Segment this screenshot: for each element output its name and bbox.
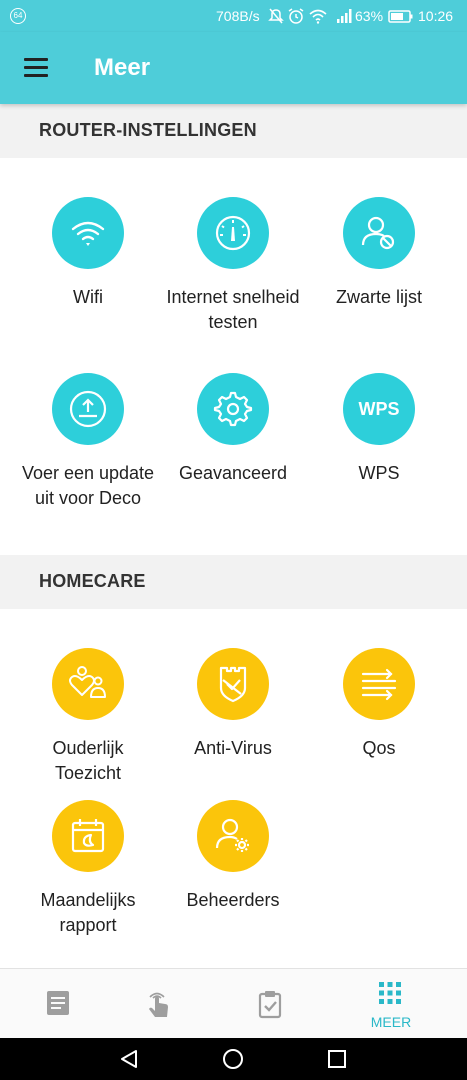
tile-label: Zwarte lijst [335,287,422,307]
wps-icon-text: WPS [358,398,400,419]
parental-control-icon [52,648,124,720]
wifi-icon [52,197,124,269]
wifi-status-icon [309,9,327,24]
tile-label: Geavanceerd [178,463,288,483]
nav-overview[interactable] [0,969,116,1039]
tile-label: WPS [358,463,400,483]
tile-label: Voer een update uit voor Deco [21,463,155,508]
touch-icon [149,992,168,1017]
section-title: HOMECARE [39,571,146,591]
nav-label: MEER [370,1014,412,1030]
blocked-user-icon [343,197,415,269]
tile-label: Maandelijks rapport [40,890,136,935]
network-speed: 708B/s [216,8,260,24]
firmware-upload-icon [52,373,124,445]
calendar-report-icon [52,800,124,872]
hamburger-menu-icon[interactable] [22,55,50,81]
alarm-icon [288,8,304,24]
clipboard-check-icon [258,991,282,1019]
speedometer-icon [197,197,269,269]
notification-badge: 64 [10,8,26,24]
signal-icon [337,9,352,23]
bottom-navigation: MEER [0,968,467,1038]
tile-label: Beheerders [186,890,280,910]
back-icon[interactable] [118,1048,140,1070]
recent-apps-icon[interactable] [326,1048,348,1070]
overview-icon [47,991,69,1015]
status-bar: 64 708B/s 63% 10:26 [0,0,467,32]
homecare-header: HOMECARE [0,555,467,609]
tile-label: Anti-Virus [194,738,272,758]
router-settings-header: ROUTER-INSTELLINGEN [0,104,467,158]
nav-meer[interactable]: MEER [333,969,449,1039]
nav-reports[interactable] [212,969,328,1039]
tile-label: Ouderlijk Toezicht [52,738,124,783]
battery-icon [388,10,413,23]
battery-percent: 63% [355,8,384,24]
section-title: ROUTER-INSTELLINGEN [39,120,257,140]
nav-touch[interactable] [100,969,216,1039]
admin-gear-icon [197,800,269,872]
shield-icon [197,648,269,720]
grid-icon [379,982,401,1004]
tile-label: Qos [362,738,396,758]
tile-label: Wifi [73,287,103,307]
wps-icon: WPS [343,373,415,445]
home-icon[interactable] [222,1048,244,1070]
clock: 10:26 [418,8,454,24]
gear-icon [197,373,269,445]
page-title: Meer [94,54,151,81]
vibrate-off-icon [268,8,284,24]
qos-icon [343,648,415,720]
tile-label: Internet snelheid testen [166,287,300,332]
system-navigation-bar [0,1038,467,1080]
app-bar: Meer [0,32,467,104]
